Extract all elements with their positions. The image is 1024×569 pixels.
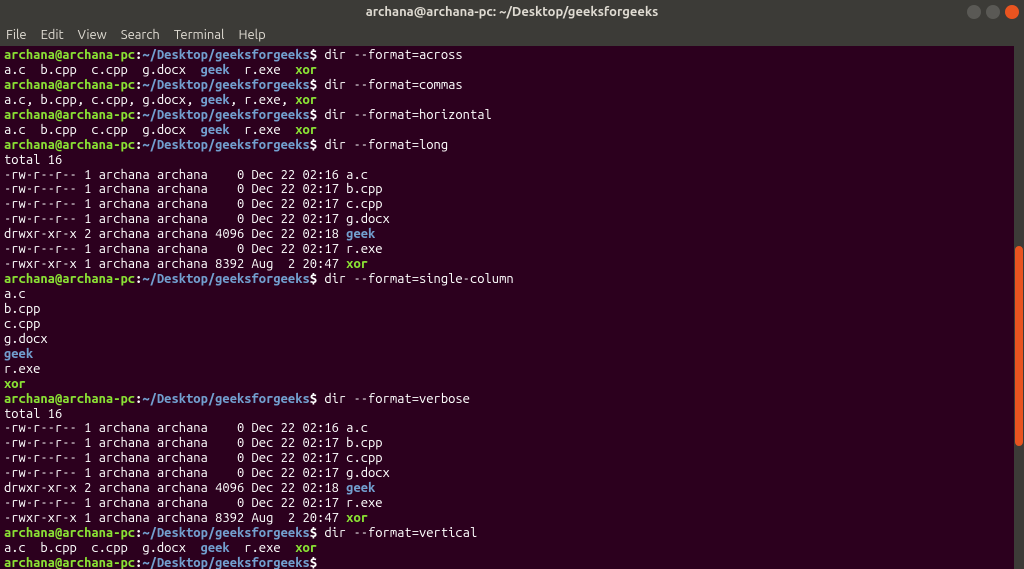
output-line: drwxr-xr-x 2 archana archana 4096 Dec 22… xyxy=(4,227,1020,242)
output-line: c.cpp xyxy=(4,317,1020,332)
scrollbar-thumb[interactable] xyxy=(1015,246,1023,446)
output-line: drwxr-xr-x 2 archana archana 4096 Dec 22… xyxy=(4,481,1020,496)
prompt-line: archana@archana-pc:~/Desktop/geeksforgee… xyxy=(4,138,1020,153)
output-line: a.c b.cpp c.cpp g.docx geek r.exe xor xyxy=(4,541,1020,556)
prompt-path: ~/Desktop/geeksforgeeks xyxy=(142,48,309,62)
prompt-line: archana@archana-pc:~/Desktop/geeksforgee… xyxy=(4,556,1020,569)
menu-file[interactable]: File xyxy=(6,28,27,42)
prompt-user: archana@archana-pc xyxy=(4,48,135,62)
scrollbar[interactable] xyxy=(1014,46,1024,569)
menu-terminal[interactable]: Terminal xyxy=(174,28,225,42)
command-text: dir --format=long xyxy=(317,138,448,152)
terminal-area[interactable]: archana@archana-pc:~/Desktop/geeksforgee… xyxy=(0,46,1024,569)
output-line: a.c, b.cpp, c.cpp, g.docx, geek, r.exe, … xyxy=(4,93,1020,108)
terminal-content: archana@archana-pc:~/Desktop/geeksforgee… xyxy=(4,48,1020,569)
output-line: -rw-r--r-- 1 archana archana 0 Dec 22 02… xyxy=(4,436,1020,451)
menu-view[interactable]: View xyxy=(78,28,107,42)
output-line: -rw-r--r-- 1 archana archana 0 Dec 22 02… xyxy=(4,421,1020,436)
command-text: dir --format=horizontal xyxy=(317,108,492,122)
output-line: -rw-r--r-- 1 archana archana 0 Dec 22 02… xyxy=(4,496,1020,511)
menu-help[interactable]: Help xyxy=(238,28,265,42)
output-line: -rw-r--r-- 1 archana archana 0 Dec 22 02… xyxy=(4,182,1020,197)
output-line: total 16 xyxy=(4,153,1020,168)
command-text: dir --format=across xyxy=(317,48,463,62)
output-line: -rw-r--r-- 1 archana archana 0 Dec 22 02… xyxy=(4,197,1020,212)
prompt-line: archana@archana-pc:~/Desktop/geeksforgee… xyxy=(4,48,1020,63)
output-line: -rwxr-xr-x 1 archana archana 8392 Aug 2 … xyxy=(4,257,1020,272)
command-text: dir --format=single-column xyxy=(317,272,514,286)
output-line: -rwxr-xr-x 1 archana archana 8392 Aug 2 … xyxy=(4,511,1020,526)
output-line: a.c b.cpp c.cpp g.docx geek r.exe xor xyxy=(4,63,1020,78)
command-text: dir --format=verbose xyxy=(317,392,470,406)
command-text: dir --format=vertical xyxy=(317,526,477,540)
command-text: dir --format=commas xyxy=(317,78,463,92)
window-title: archana@archana-pc: ~/Desktop/geeksforge… xyxy=(366,5,659,19)
prompt-line: archana@archana-pc:~/Desktop/geeksforgee… xyxy=(4,392,1020,407)
maximize-button[interactable] xyxy=(986,5,1000,19)
command-text xyxy=(317,556,324,569)
menubar: File Edit View Search Terminal Help xyxy=(0,24,1024,46)
prompt-line: archana@archana-pc:~/Desktop/geeksforgee… xyxy=(4,526,1020,541)
output-line: a.c b.cpp c.cpp g.docx geek r.exe xor xyxy=(4,123,1020,138)
output-line: a.c xyxy=(4,287,1020,302)
minimize-button[interactable] xyxy=(967,5,981,19)
close-button[interactable] xyxy=(1005,5,1019,19)
prompt-line: archana@archana-pc:~/Desktop/geeksforgee… xyxy=(4,108,1020,123)
prompt-line: archana@archana-pc:~/Desktop/geeksforgee… xyxy=(4,78,1020,93)
output-line: -rw-r--r-- 1 archana archana 0 Dec 22 02… xyxy=(4,168,1020,183)
output-line: -rw-r--r-- 1 archana archana 0 Dec 22 02… xyxy=(4,242,1020,257)
prompt-line: archana@archana-pc:~/Desktop/geeksforgee… xyxy=(4,272,1020,287)
output-line: xor xyxy=(4,377,1020,392)
menu-edit[interactable]: Edit xyxy=(41,28,64,42)
output-line: -rw-r--r-- 1 archana archana 0 Dec 22 02… xyxy=(4,466,1020,481)
titlebar: archana@archana-pc: ~/Desktop/geeksforge… xyxy=(0,0,1024,24)
prompt-dollar: $ xyxy=(310,48,317,62)
output-line: g.docx xyxy=(4,332,1020,347)
output-line: total 16 xyxy=(4,407,1020,422)
menu-search[interactable]: Search xyxy=(121,28,160,42)
output-line: -rw-r--r-- 1 archana archana 0 Dec 22 02… xyxy=(4,451,1020,466)
output-line: b.cpp xyxy=(4,302,1020,317)
output-line: -rw-r--r-- 1 archana archana 0 Dec 22 02… xyxy=(4,212,1020,227)
output-line: geek xyxy=(4,347,1020,362)
window-controls xyxy=(967,5,1019,19)
output-line: r.exe xyxy=(4,362,1020,377)
